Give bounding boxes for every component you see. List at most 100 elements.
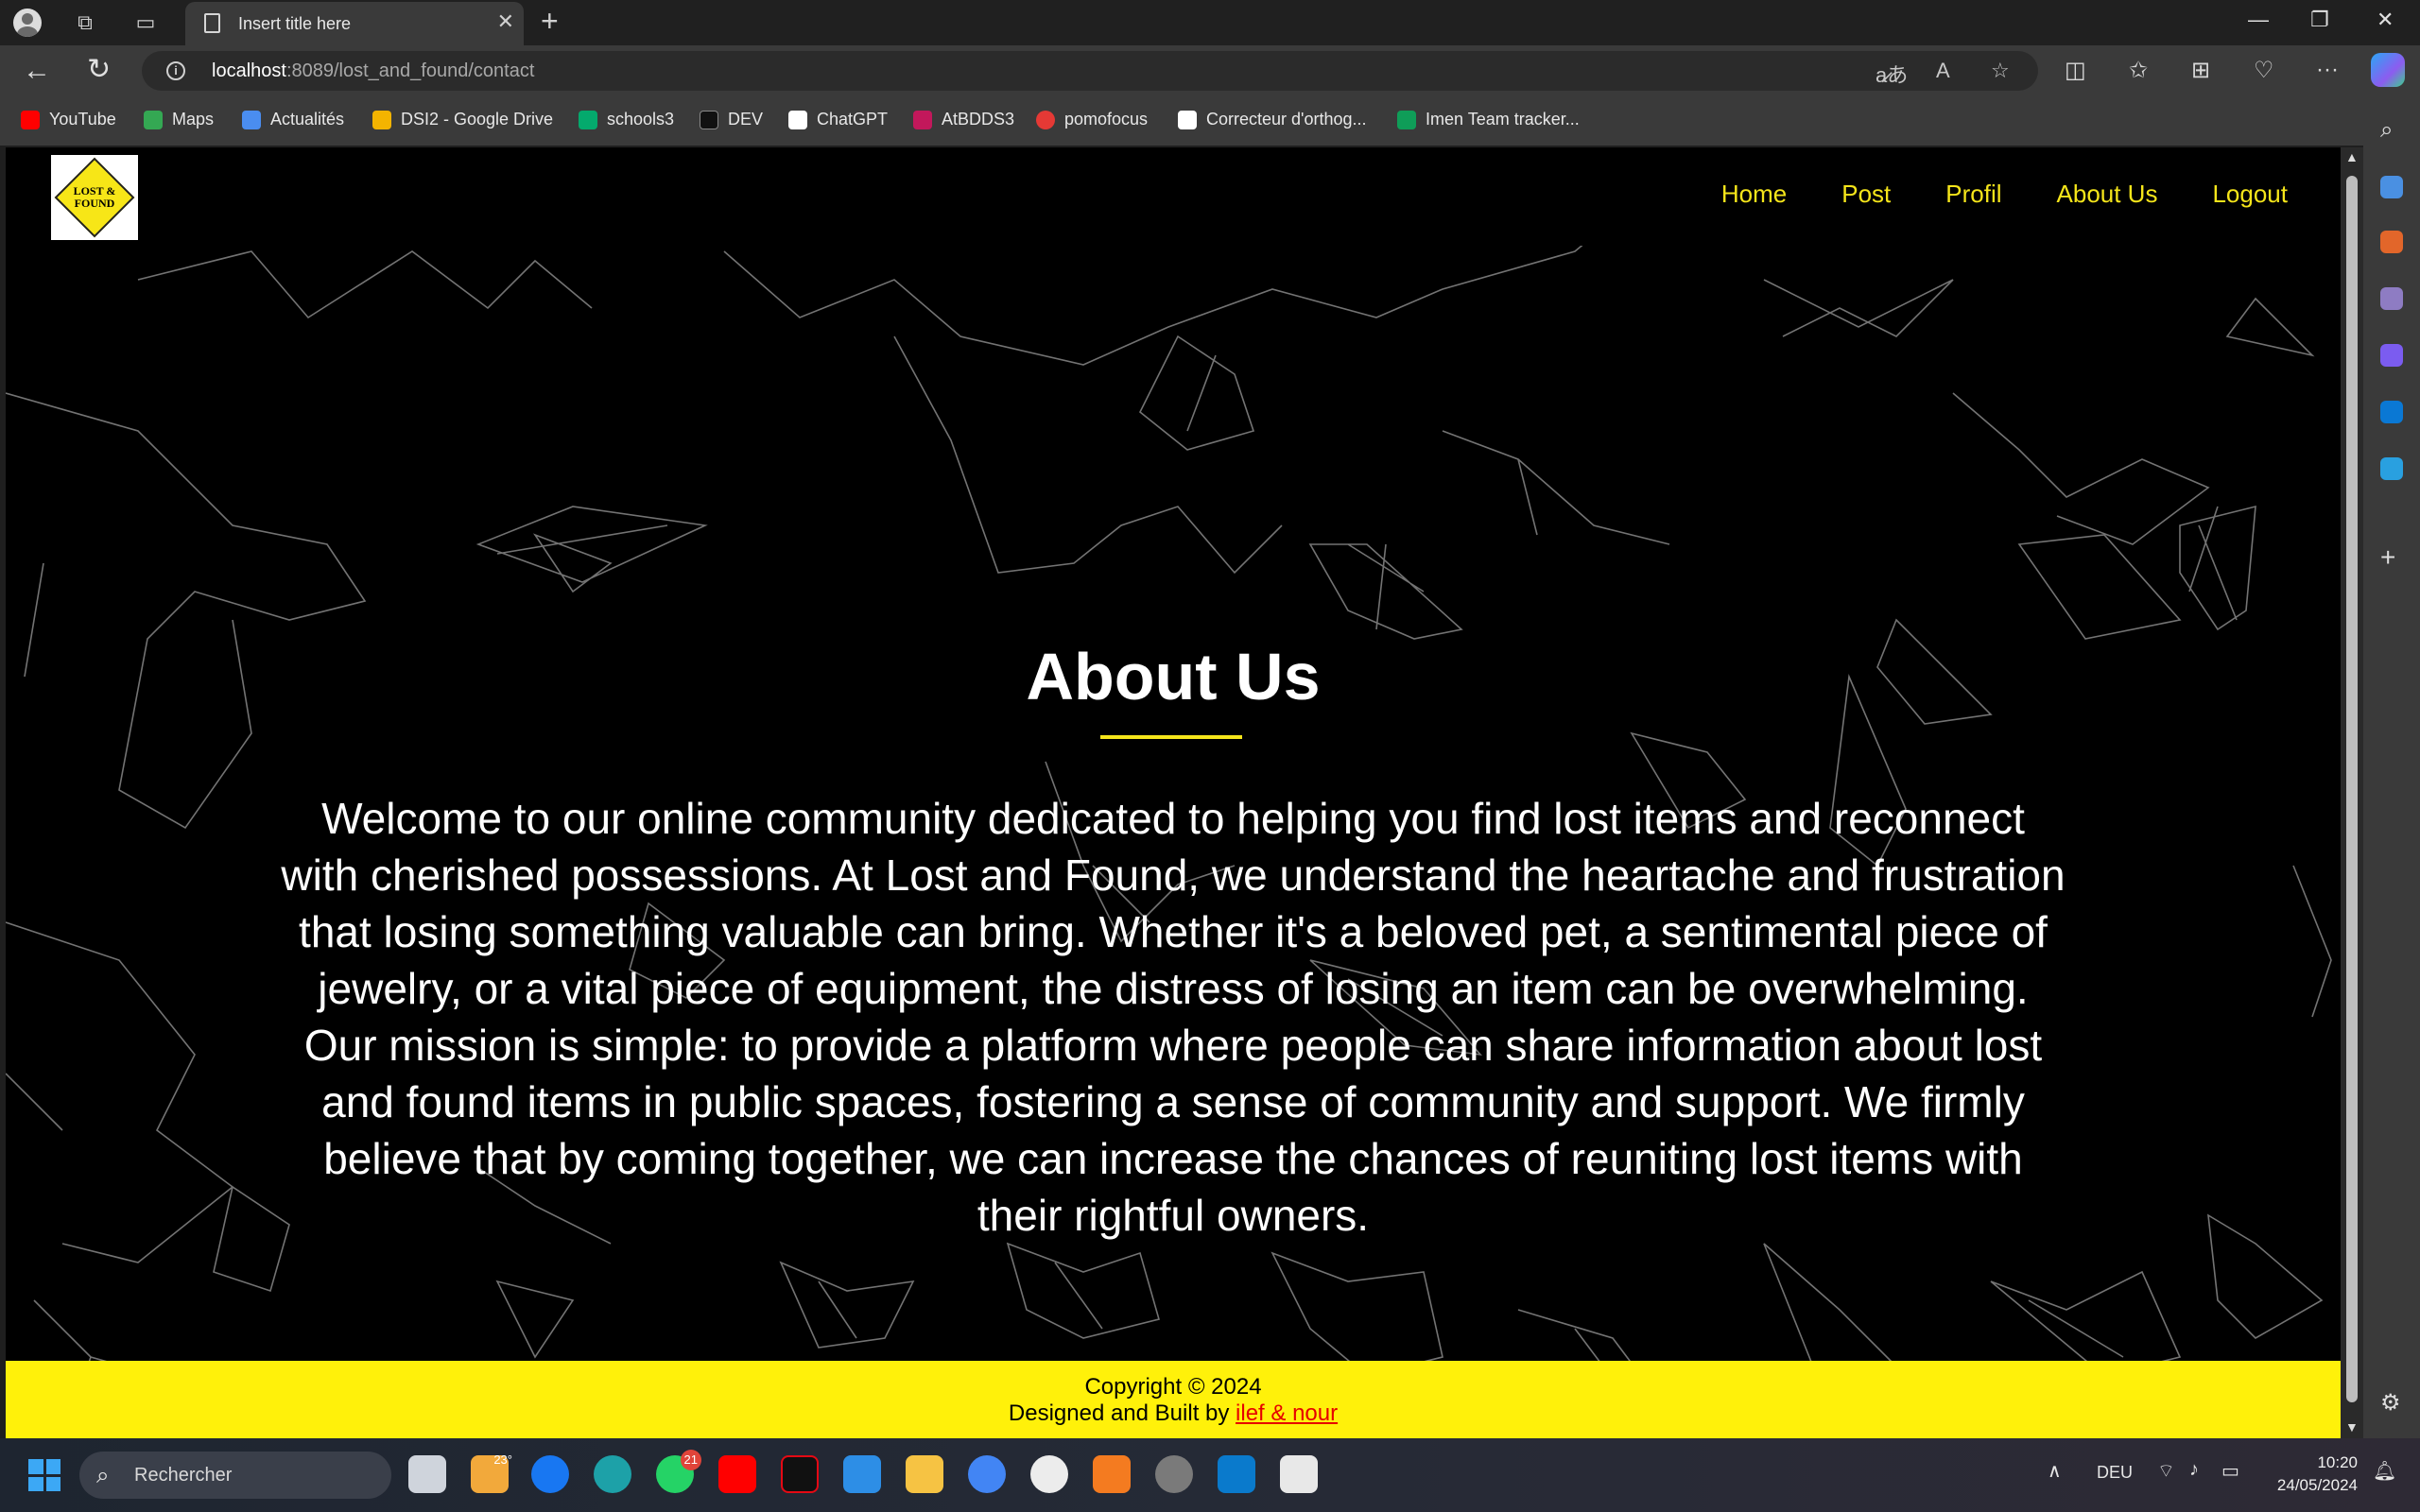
- collections-icon[interactable]: ⊞: [2191, 57, 2210, 84]
- atbdds3-icon: [913, 110, 932, 129]
- logo-text: LOST & FOUND: [73, 184, 116, 210]
- split-screen-icon[interactable]: ◫: [2065, 57, 2086, 84]
- bookmark-dev[interactable]: DEV: [700, 110, 763, 129]
- translate-icon[interactable]: a̷あ: [1876, 59, 1908, 89]
- minimize-icon[interactable]: —: [2248, 8, 2269, 32]
- tray-overflow-icon[interactable]: ∧: [2048, 1459, 2062, 1483]
- file-explorer-icon[interactable]: [906, 1455, 943, 1493]
- bookmark-w3schools[interactable]: schools3: [579, 110, 674, 129]
- telegram-icon[interactable]: [2380, 457, 2403, 480]
- restore-icon[interactable]: ❐: [2310, 8, 2329, 32]
- bookmark-actualites[interactable]: Actualités: [242, 110, 344, 129]
- netflix-icon[interactable]: [781, 1455, 819, 1493]
- chatgpt-app-icon[interactable]: [1030, 1455, 1068, 1493]
- close-window-icon[interactable]: ✕: [2377, 8, 2394, 32]
- outlook-icon[interactable]: [2380, 401, 2403, 423]
- youtube-icon: [21, 110, 40, 129]
- browser-tab-bar: ⧉ ▭ Insert title here ✕ + — ❐ ✕: [0, 0, 2420, 45]
- nav-profil-link[interactable]: Profil: [1945, 180, 2001, 209]
- vscode-icon[interactable]: [1218, 1455, 1255, 1493]
- taskbar-clock[interactable]: 10:20 24/05/2024: [2267, 1452, 2358, 1497]
- address-toolbar: ← ↻ i localhost:8089/lost_and_found/cont…: [0, 45, 2420, 98]
- bookmark-correcteur[interactable]: Correcteur d'orthog...: [1178, 110, 1367, 129]
- search-placeholder: Rechercher: [134, 1465, 233, 1486]
- add-sidebar-app-icon[interactable]: +: [2380, 542, 2395, 573]
- shopping-tag-icon[interactable]: [2380, 176, 2403, 198]
- windows-start-icon[interactable]: [28, 1459, 60, 1491]
- scroll-thumb[interactable]: [2346, 176, 2358, 1402]
- task-view-icon[interactable]: [408, 1455, 446, 1493]
- chatgpt-icon: [788, 110, 807, 129]
- youtube-app-icon[interactable]: [718, 1455, 756, 1493]
- facebook-icon[interactable]: [531, 1455, 569, 1493]
- windows-taskbar: ⌕ Rechercher 23° 21 ∧ DEU ⌔ ♪ ▭ 10:20 24…: [0, 1438, 2420, 1512]
- news-icon: [242, 110, 261, 129]
- document-icon: [204, 13, 220, 33]
- chrome-icon[interactable]: [968, 1455, 1006, 1493]
- search-sidebar-icon[interactable]: ⌕: [2380, 117, 2393, 144]
- new-tab-icon[interactable]: +: [541, 6, 559, 36]
- volume-icon[interactable]: ♪: [2189, 1459, 2199, 1481]
- bookmark-chatgpt[interactable]: ChatGPT: [788, 110, 888, 129]
- notifications-bell-icon[interactable]: 🔔︎: [2373, 1459, 2396, 1483]
- snipping-tool-icon[interactable]: [1280, 1455, 1318, 1493]
- url-text[interactable]: localhost:8089/lost_and_found/contact: [212, 60, 534, 82]
- nav-about-us-link[interactable]: About Us: [2057, 180, 2158, 209]
- sidebar-settings-icon[interactable]: ⚙: [2380, 1389, 2401, 1417]
- games-icon[interactable]: [2380, 287, 2403, 310]
- site-info-icon[interactable]: i: [166, 61, 185, 80]
- favorites-icon[interactable]: ✩: [2129, 57, 2148, 84]
- address-bar[interactable]: i localhost:8089/lost_and_found/contact …: [142, 51, 2038, 91]
- back-icon[interactable]: ←: [23, 55, 51, 87]
- nav-post-link[interactable]: Post: [1841, 180, 1891, 209]
- workspaces-icon[interactable]: ⧉: [70, 8, 100, 38]
- maps-icon: [144, 110, 163, 129]
- battery-icon[interactable]: ▭: [2221, 1459, 2239, 1483]
- favorite-star-icon[interactable]: ☆: [1991, 59, 2010, 83]
- wifi-icon[interactable]: ⌔: [2157, 1459, 2175, 1483]
- pomofocus-icon: [1036, 110, 1055, 129]
- site-navbar: LOST & FOUND Home Post Profil About Us L…: [6, 147, 2341, 246]
- whatsapp-icon[interactable]: 21: [656, 1450, 701, 1493]
- settings-app-icon[interactable]: [1155, 1455, 1193, 1493]
- nav-logout-link[interactable]: Logout: [2212, 180, 2288, 209]
- page-scrollbar[interactable]: ▲ ▼: [2341, 147, 2363, 1438]
- footer-copyright: Copyright © 2024: [1084, 1374, 1262, 1400]
- copilot-sidebar-icon[interactable]: [2380, 344, 2403, 367]
- nav-home-link[interactable]: Home: [1721, 180, 1787, 209]
- taskbar-search[interactable]: ⌕ Rechercher: [79, 1452, 391, 1499]
- mail-icon[interactable]: [843, 1455, 881, 1493]
- site-footer: Copyright © 2024 Designed and Built by i…: [6, 1361, 2341, 1438]
- language-indicator[interactable]: DEU: [2097, 1463, 2133, 1483]
- profile-avatar-icon[interactable]: [13, 9, 42, 37]
- bookmark-pomofocus[interactable]: pomofocus: [1036, 110, 1148, 129]
- spellcheck-icon: [1178, 110, 1197, 129]
- copilot-icon[interactable]: [2371, 53, 2405, 87]
- bookmark-imen-team-tracker[interactable]: Imen Team tracker...: [1397, 110, 1580, 129]
- about-paragraph: Welcome to our online community dedicate…: [281, 794, 2066, 1240]
- sheets-icon: [1397, 110, 1416, 129]
- refresh-icon[interactable]: ↻: [87, 53, 111, 86]
- bookmark-google-drive[interactable]: DSI2 - Google Drive: [372, 110, 553, 129]
- edge-sidebar: ⌕ + ⚙: [2363, 98, 2420, 1440]
- xampp-icon[interactable]: [1093, 1455, 1131, 1493]
- close-tab-icon[interactable]: ✕: [497, 9, 514, 34]
- edge-browser-icon[interactable]: [594, 1455, 631, 1493]
- more-menu-icon[interactable]: ···: [2316, 57, 2339, 83]
- active-tab[interactable]: Insert title here ✕: [185, 2, 524, 45]
- read-aloud-icon[interactable]: A: [1936, 59, 1950, 83]
- tools-icon[interactable]: [2380, 231, 2403, 253]
- weather-icon[interactable]: 23°: [471, 1452, 512, 1493]
- bookmark-atbdds3[interactable]: AtBDDS3: [913, 110, 1014, 129]
- tab-actions-icon[interactable]: ▭: [130, 8, 161, 38]
- scroll-down-icon[interactable]: ▼: [2345, 1419, 2359, 1435]
- dev-icon: [700, 110, 718, 129]
- search-icon: ⌕: [96, 1463, 110, 1488]
- lost-and-found-logo[interactable]: LOST & FOUND: [51, 155, 138, 240]
- scroll-up-icon[interactable]: ▲: [2345, 149, 2359, 164]
- page-title: About Us: [1026, 640, 1321, 713]
- bookmark-maps[interactable]: Maps: [144, 110, 214, 129]
- footer-authors-link[interactable]: ilef & nour: [1236, 1400, 1338, 1426]
- bookmark-youtube[interactable]: YouTube: [21, 110, 116, 129]
- browser-essentials-icon[interactable]: ♡: [2254, 57, 2274, 84]
